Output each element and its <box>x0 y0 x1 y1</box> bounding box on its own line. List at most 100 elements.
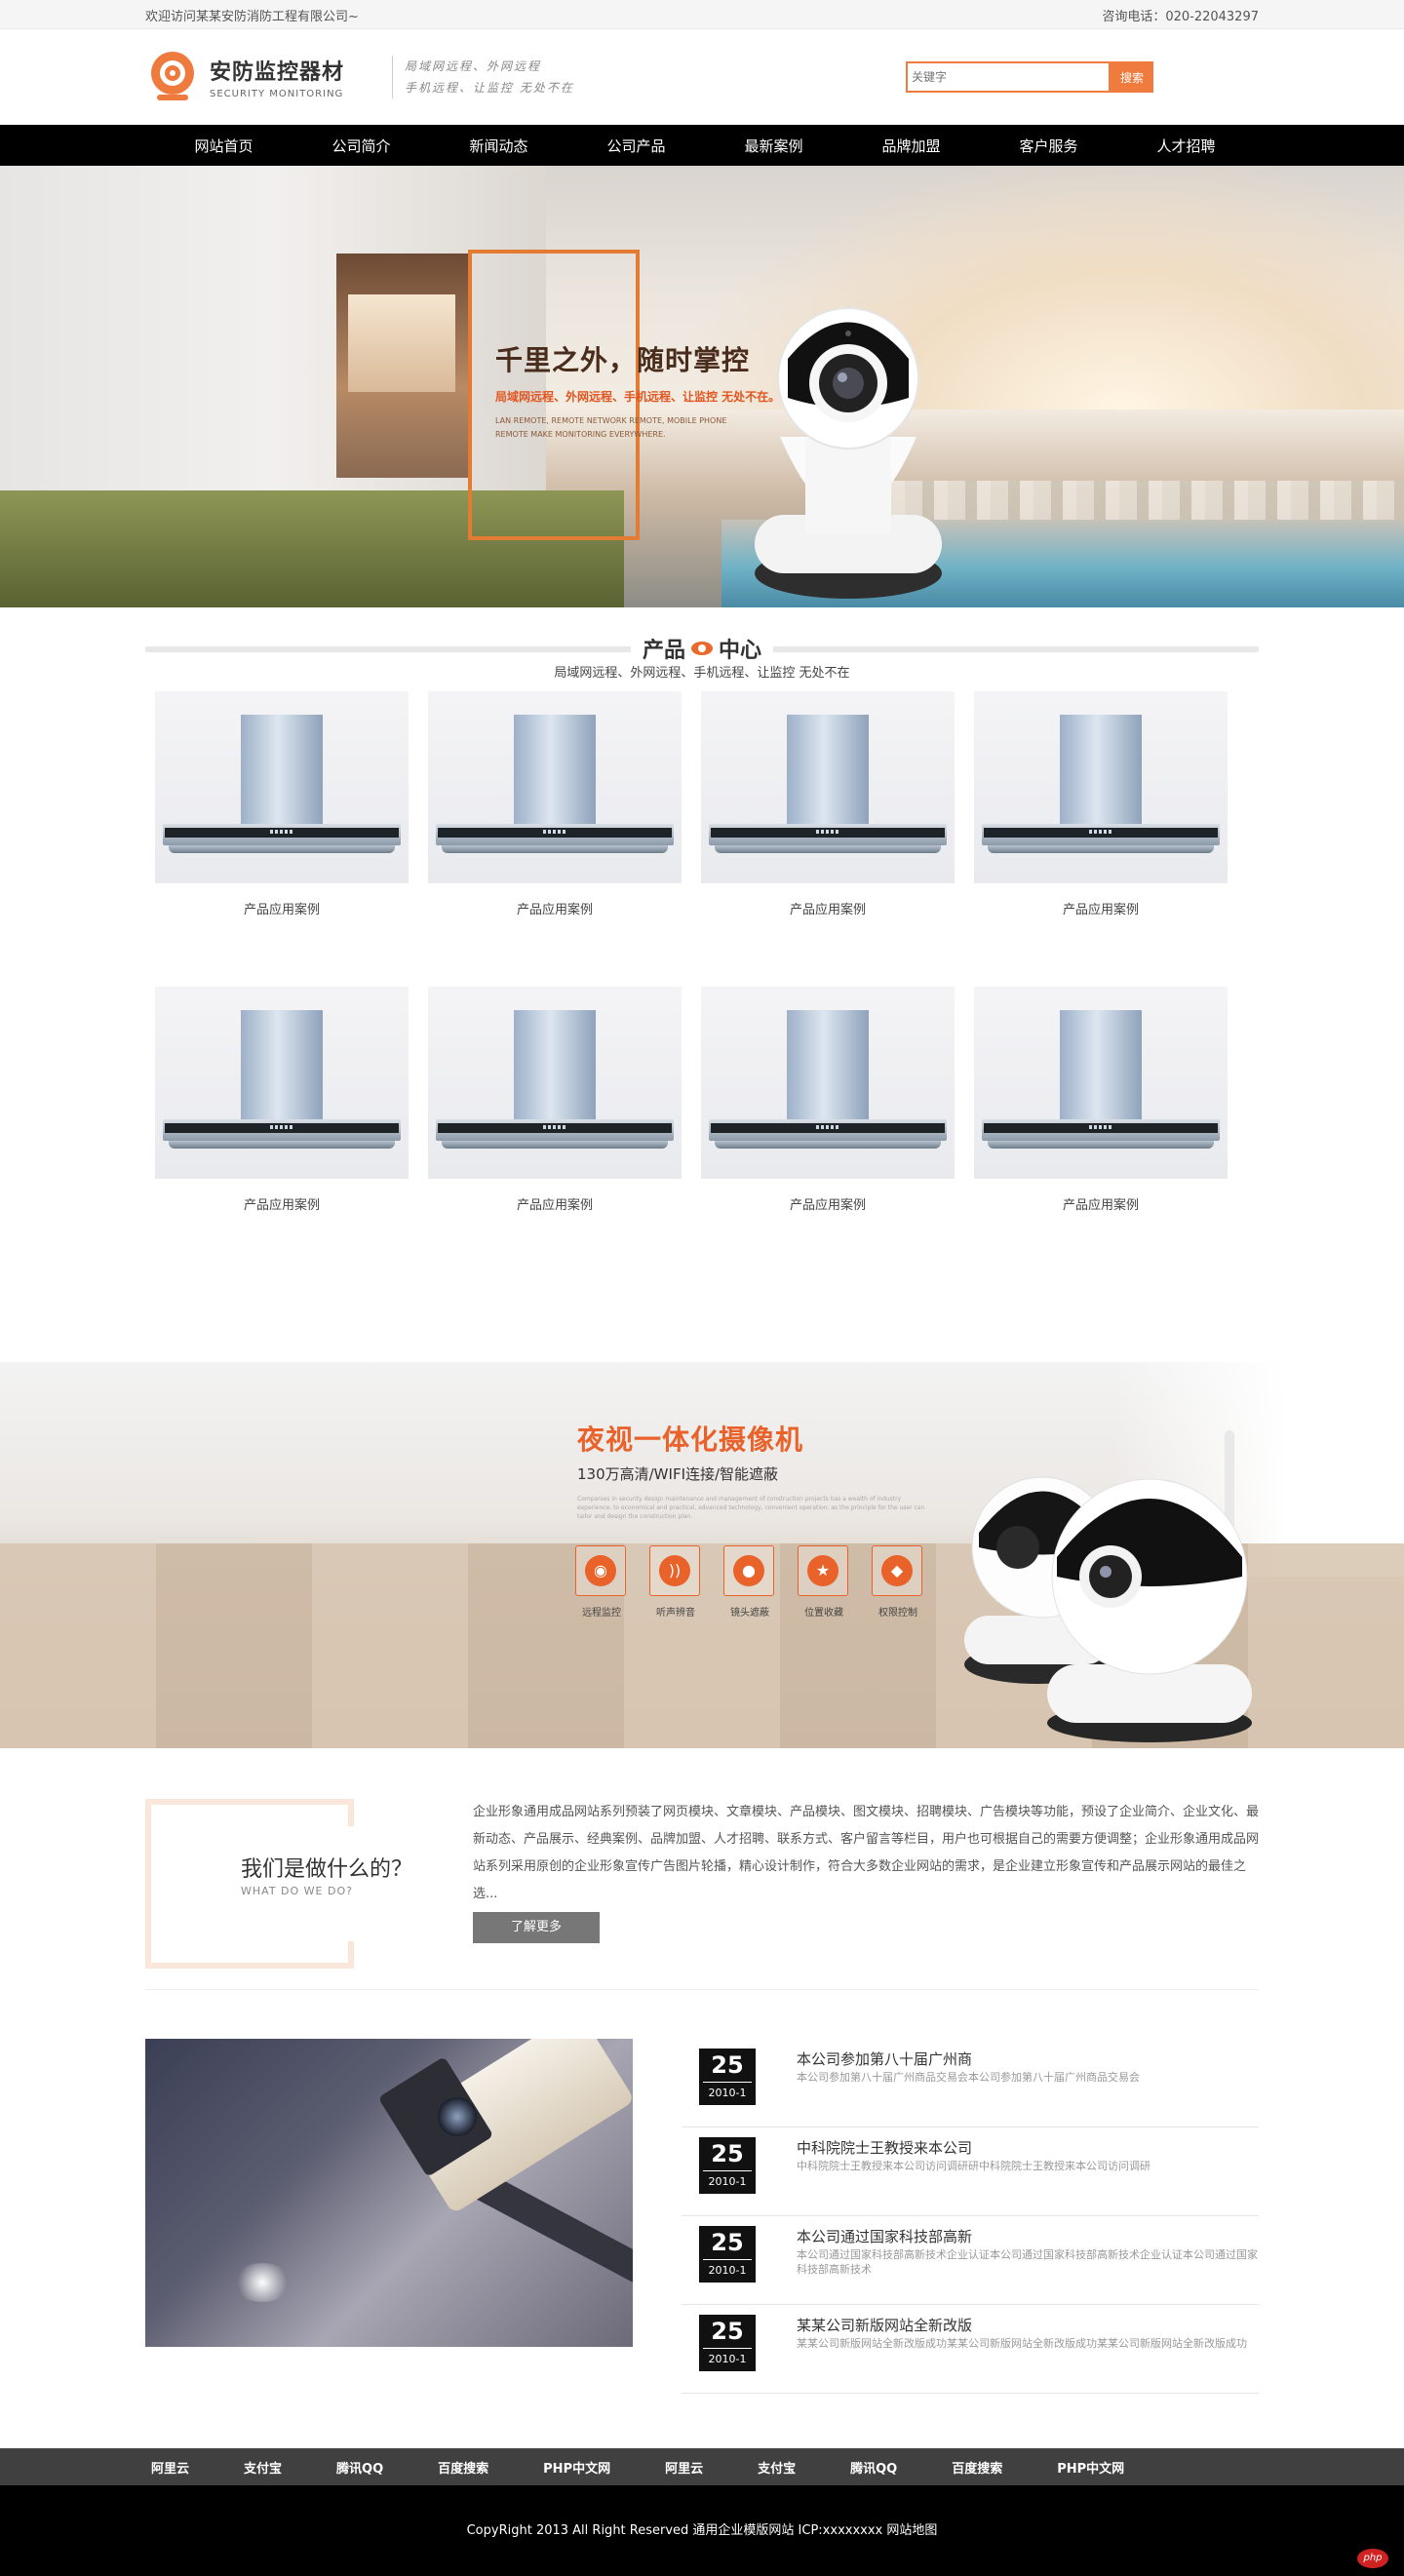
feature-item: ● 镜头遮蔽 <box>723 1545 776 1619</box>
news-item[interactable]: 25 2010-1 某某公司新版网站全新改版 某某公司新版网站全新改版成功某某公司新版… <box>682 2305 1259 2394</box>
phone-text: 咨询电话：020-22043297 <box>1102 9 1259 24</box>
news-item[interactable]: 25 2010-1 本公司通过国家科技部高新 本公司通过国家科技部高新技术企业认证本公… <box>682 2216 1259 2305</box>
product-card[interactable]: 产品应用案例 <box>701 987 955 1282</box>
shield-icon: ◆ <box>872 1545 922 1596</box>
product-card[interactable]: 产品应用案例 <box>155 987 409 1282</box>
search-box: 搜索 <box>906 61 1153 93</box>
feature-label: 镜头遮蔽 <box>730 1608 769 1619</box>
nav-item[interactable]: 公司产品 <box>567 136 705 156</box>
feature-label: 权限控制 <box>878 1608 917 1619</box>
product-label[interactable]: 产品应用案例 <box>701 1194 955 1213</box>
hero-banner: 千里之外，随时掌控 局域网远程、外网远程、手机远程、让监控 无处不在。 LAN … <box>0 166 1404 607</box>
news-year-month: 2010-1 <box>708 2175 747 2188</box>
feature-item: ◆ 权限控制 <box>872 1545 924 1619</box>
lens-icon: ● <box>723 1545 774 1596</box>
feature-item: ◉ 远程监控 <box>575 1545 628 1619</box>
range-hood-image[interactable] <box>155 987 409 1179</box>
product-card[interactable]: 产品应用案例 <box>974 691 1228 987</box>
product-grid: 产品应用案例 产品应用案例 产品应用案例 产品应用案例 产品应用案例 产品应用案例 产品应用… <box>145 691 1259 1282</box>
nav-item[interactable]: 客户服务 <box>980 136 1117 156</box>
site-header: 安防监控器材 SECURITY MONITORING 局域网远程、外网远程 手机… <box>0 29 1404 125</box>
friend-link[interactable]: 百度搜索 <box>438 2458 488 2477</box>
news-title[interactable]: 本公司通过国家科技部高新 <box>797 2226 972 2246</box>
nav-item[interactable]: 公司简介 <box>292 136 430 156</box>
range-hood-image[interactable] <box>428 691 682 883</box>
range-hood-image[interactable] <box>701 691 955 883</box>
nav-item[interactable]: 人才招聘 <box>1117 136 1255 156</box>
news-summary: 中科院院士王教授来本公司访问调研研中科院院士王教授来本公司访问调研 <box>797 2160 1150 2172</box>
news-year-month: 2010-1 <box>708 2353 747 2365</box>
night-subtitle: 130万高清/WIFI连接/智能遮蔽 <box>577 1465 779 1483</box>
banner-camera-image <box>755 307 942 599</box>
about-text: 企业形象通用成品网站系列预装了网页模块、文章模块、产品模块、图文模块、招聘模块、… <box>473 1805 1260 1901</box>
php-badge-icon[interactable]: php <box>1357 2549 1388 2568</box>
friend-link[interactable]: 阿里云 <box>665 2458 703 2477</box>
product-card[interactable]: 产品应用案例 <box>974 987 1228 1282</box>
news-list: 25 2010-1 本公司参加第八十届广州商 本公司参加第八十届广州商品交易会本公司参… <box>682 2039 1259 2394</box>
friend-link[interactable]: 支付宝 <box>758 2458 796 2477</box>
product-label[interactable]: 产品应用案例 <box>974 1194 1228 1213</box>
product-card[interactable]: 产品应用案例 <box>701 691 955 987</box>
night-camera-image <box>964 1430 1252 1742</box>
news-summary: 本公司参加第八十届广州商品交易会本公司参加第八十届广州商品交易会 <box>797 2071 1140 2084</box>
product-label[interactable]: 产品应用案例 <box>155 899 409 917</box>
product-label[interactable]: 产品应用案例 <box>974 899 1228 917</box>
range-hood-image[interactable] <box>974 691 1228 883</box>
nav-item[interactable]: 品牌加盟 <box>842 136 980 156</box>
news-camera-photo[interactable] <box>145 2039 633 2347</box>
banner-line-1: 局域网远程、外网远程、手机远程、让监控 无处不在。 <box>495 390 781 404</box>
news-day: 25 <box>703 2137 752 2171</box>
friend-link[interactable]: PHP中文网 <box>543 2458 610 2477</box>
feature-list: ◉ 远程监控)) 听声辨音 ● 镜头遮蔽 ★ 位置收藏 ◆ 权限控制 <box>575 1545 924 1619</box>
friend-link[interactable]: 阿里云 <box>151 2458 189 2477</box>
range-hood-image[interactable] <box>155 691 409 883</box>
products-title-left: 产品 <box>642 639 685 663</box>
news-title[interactable]: 本公司参加第八十届广州商 <box>797 2049 972 2069</box>
product-label[interactable]: 产品应用案例 <box>155 1194 409 1213</box>
friend-link[interactable]: 支付宝 <box>244 2458 282 2477</box>
range-hood-image[interactable] <box>974 987 1228 1179</box>
news-day: 25 <box>703 2226 752 2260</box>
nav-item[interactable]: 网站首页 <box>155 136 292 156</box>
friend-link[interactable]: 腾讯QQ <box>336 2458 383 2477</box>
feature-label: 听声辨音 <box>656 1608 695 1619</box>
range-hood-image[interactable] <box>701 987 955 1179</box>
eye-icon <box>691 642 713 655</box>
search-input[interactable] <box>906 61 1111 93</box>
sound-icon: )) <box>649 1545 700 1596</box>
products-title-right: 中心 <box>719 639 762 663</box>
product-label[interactable]: 产品应用案例 <box>428 1194 682 1213</box>
main-nav: 网站首页 公司简介 新闻动态 公司产品 最新案例 品牌加盟 客户服务 人才招聘 <box>0 125 1404 166</box>
range-hood-image[interactable] <box>428 987 682 1179</box>
search-button[interactable]: 搜索 <box>1111 61 1153 93</box>
friend-link[interactable]: 腾讯QQ <box>850 2458 897 2477</box>
product-label[interactable]: 产品应用案例 <box>701 899 955 917</box>
banner-house-image <box>0 166 546 507</box>
friend-link[interactable]: PHP中文网 <box>1057 2458 1124 2477</box>
news-title[interactable]: 某某公司新版网站全新改版 <box>797 2315 972 2335</box>
slogan-line-2: 手机远程、让监控 无处不在 <box>405 81 574 95</box>
feature-item: )) 听声辨音 <box>649 1545 702 1619</box>
banner-headline: 千里之外，随时掌控 <box>495 344 751 376</box>
product-card[interactable]: 产品应用案例 <box>428 987 682 1282</box>
logo-subtitle: SECURITY MONITORING <box>210 89 344 99</box>
camera-icon: ◉ <box>575 1545 626 1596</box>
news-item[interactable]: 25 2010-1 中科院院士王教授来本公司中科院院士王教授来本公司访问调研研中科院… <box>682 2127 1259 2216</box>
news-title[interactable]: 中科院院士王教授来本公司 <box>797 2137 972 2158</box>
logo[interactable]: 安防监控器材 SECURITY MONITORING <box>145 50 384 104</box>
nav-item[interactable]: 新闻动态 <box>430 136 567 156</box>
product-card[interactable]: 产品应用案例 <box>155 691 409 987</box>
night-vision-banner: 夜视一体化摄像机 130万高清/WIFI连接/智能遮蔽 Companies in… <box>0 1362 1404 1748</box>
products-subtitle: 局域网远程、外网远程、手机远程、让监控 无处不在 <box>554 666 850 681</box>
news-date-badge: 25 2010-1 <box>699 2315 756 2371</box>
banner-line-2: LAN REMOTE, REMOTE NETWORK REMOTE, MOBIL… <box>495 416 727 439</box>
news-date-badge: 25 2010-1 <box>699 2049 756 2105</box>
logo-camera-icon <box>145 50 200 104</box>
friend-link[interactable]: 百度搜索 <box>952 2458 1002 2477</box>
product-card[interactable]: 产品应用案例 <box>428 691 682 987</box>
slogan-line-1: 局域网远程、外网远程 <box>405 59 542 73</box>
nav-item[interactable]: 最新案例 <box>705 136 842 156</box>
learn-more-button[interactable]: 了解更多 <box>473 1912 600 1943</box>
product-label[interactable]: 产品应用案例 <box>428 899 682 917</box>
news-item[interactable]: 25 2010-1 本公司参加第八十届广州商本公司参加第八十届广州商品交易会本公司参… <box>682 2039 1259 2127</box>
